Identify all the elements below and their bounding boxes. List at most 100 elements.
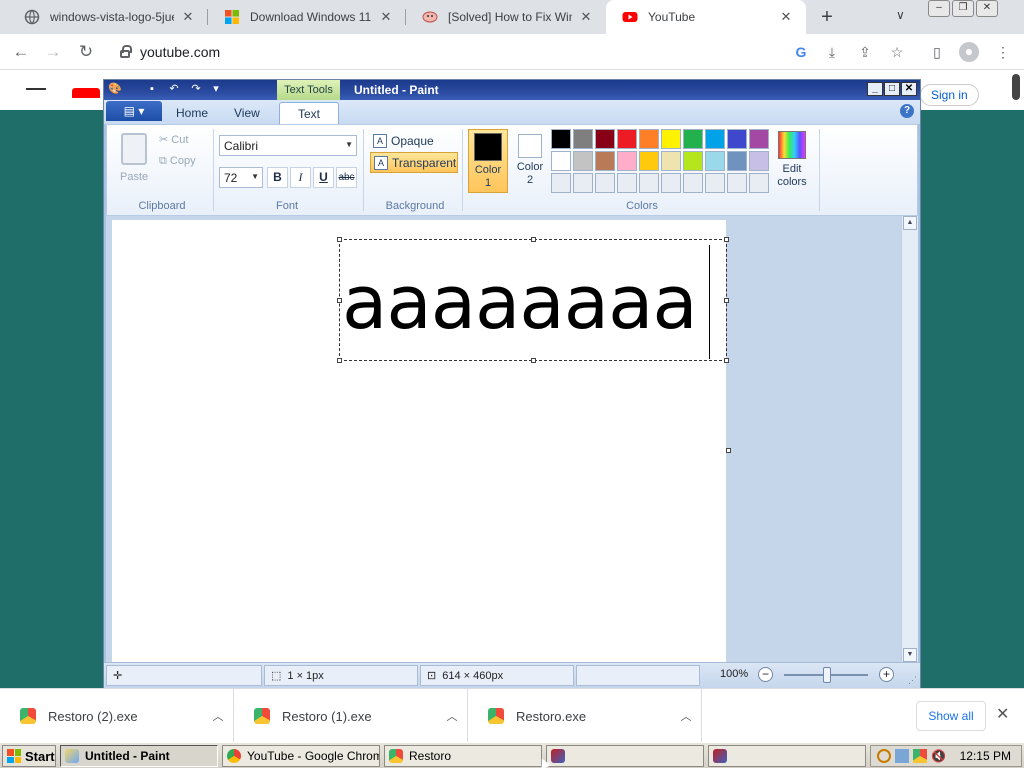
- canvas-vertical-scrollbar[interactable]: ▲ ▼: [901, 216, 918, 662]
- palette-color-swatch[interactable]: [705, 173, 725, 193]
- palette-color-swatch[interactable]: [683, 129, 703, 149]
- transparent-option[interactable]: A Transparent: [370, 152, 458, 173]
- font-family-select[interactable]: Calibri ▼: [219, 135, 357, 156]
- palette-color-swatch[interactable]: [639, 151, 659, 171]
- palette-color-swatch[interactable]: [661, 173, 681, 193]
- close-icon[interactable]: ✕: [378, 9, 394, 25]
- taskbar-button-app[interactable]: [546, 745, 704, 767]
- new-tab-button[interactable]: +: [816, 6, 838, 28]
- copy-button[interactable]: ⧉ Copy: [159, 155, 196, 168]
- save-icon[interactable]: ▪: [144, 82, 160, 97]
- close-icon[interactable]: ✕: [996, 704, 1009, 724]
- cut-button[interactable]: ✂ Cut: [159, 133, 188, 146]
- scroll-down-arrow-icon[interactable]: ▼: [903, 648, 917, 662]
- palette-color-swatch[interactable]: [661, 151, 681, 171]
- canvas-resize-handle[interactable]: [726, 448, 731, 453]
- tab-text[interactable]: Text: [279, 102, 339, 124]
- zoom-out-button[interactable]: −: [758, 667, 773, 682]
- address-bar[interactable]: youtube.com: [108, 38, 784, 66]
- redo-icon[interactable]: ↷: [188, 82, 204, 97]
- search-icon[interactable]: [877, 749, 891, 763]
- zoom-in-button[interactable]: +: [879, 667, 894, 682]
- scroll-up-arrow-icon[interactable]: ▲: [903, 216, 917, 230]
- close-window-button[interactable]: ✕: [976, 0, 998, 17]
- paint-menu-button[interactable]: ▤ ▾: [106, 101, 162, 121]
- volume-muted-icon[interactable]: 🔇: [931, 749, 946, 763]
- italic-button[interactable]: I: [290, 167, 311, 188]
- restore-button[interactable]: ❐: [952, 0, 974, 17]
- profile-avatar-icon[interactable]: ●: [959, 42, 979, 62]
- side-panel-icon[interactable]: ▯: [928, 43, 946, 61]
- sign-in-button[interactable]: Sign in: [920, 84, 979, 106]
- palette-color-swatch[interactable]: [573, 129, 593, 149]
- tab-vista-logo[interactable]: windows-vista-logo-5juefd8 ✕: [8, 0, 208, 34]
- edit-colors-button[interactable]: Edit colors: [770, 131, 814, 189]
- page-scrollbar[interactable]: [1012, 74, 1020, 100]
- chevron-up-icon[interactable]: ︿: [203, 708, 233, 724]
- tab-youtube[interactable]: YouTube ✕: [606, 0, 806, 34]
- reload-icon[interactable]: ↻: [75, 41, 97, 63]
- palette-color-swatch[interactable]: [749, 129, 769, 149]
- resize-handle[interactable]: [531, 237, 536, 242]
- palette-color-swatch[interactable]: [639, 129, 659, 149]
- download-item[interactable]: Restoro (2).exe ︿: [0, 689, 234, 743]
- bookmark-star-icon[interactable]: ☆: [888, 43, 906, 61]
- font-size-select[interactable]: 72 ▼: [219, 167, 263, 188]
- paste-icon[interactable]: [121, 133, 147, 165]
- palette-color-swatch[interactable]: [573, 151, 593, 171]
- palette-color-swatch[interactable]: [595, 173, 615, 193]
- resize-handle[interactable]: [337, 358, 342, 363]
- palette-color-swatch[interactable]: [639, 173, 659, 193]
- palette-color-swatch[interactable]: [749, 173, 769, 193]
- palette-color-swatch[interactable]: [661, 129, 681, 149]
- close-icon[interactable]: ✕: [578, 9, 594, 25]
- network-icon[interactable]: [895, 749, 909, 763]
- palette-color-swatch[interactable]: [551, 129, 571, 149]
- palette-color-swatch[interactable]: [617, 173, 637, 193]
- resize-handle[interactable]: [337, 237, 342, 242]
- palette-color-swatch[interactable]: [683, 173, 703, 193]
- palette-color-swatch[interactable]: [749, 151, 769, 171]
- help-icon[interactable]: ?: [900, 104, 914, 118]
- resize-handle[interactable]: [724, 237, 729, 242]
- tab-view[interactable]: View: [222, 102, 272, 124]
- google-icon[interactable]: G: [792, 43, 810, 61]
- palette-color-swatch[interactable]: [683, 151, 703, 171]
- palette-color-swatch[interactable]: [727, 151, 747, 171]
- minimize-button[interactable]: ‒: [928, 0, 950, 17]
- close-button[interactable]: ✕: [901, 82, 917, 96]
- forward-arrow-icon[interactable]: →: [42, 41, 64, 63]
- strikethrough-button[interactable]: abc: [336, 167, 357, 188]
- minimize-button[interactable]: _: [867, 82, 883, 96]
- menu-kebab-icon[interactable]: ⋮: [994, 43, 1012, 61]
- palette-color-swatch[interactable]: [573, 173, 593, 193]
- color1-button[interactable]: Color 1: [468, 129, 508, 193]
- opaque-option[interactable]: A Opaque: [370, 130, 458, 151]
- close-icon[interactable]: ✕: [778, 9, 794, 25]
- palette-color-swatch[interactable]: [727, 173, 747, 193]
- palette-color-swatch[interactable]: [617, 129, 637, 149]
- zoom-slider-thumb[interactable]: [823, 667, 831, 683]
- download-item[interactable]: Restoro.exe ︿: [468, 689, 702, 743]
- start-button[interactable]: Start: [2, 745, 56, 767]
- resize-handle[interactable]: [531, 358, 536, 363]
- tab-search-chevron-icon[interactable]: ∨: [896, 8, 905, 22]
- customize-qat-chevron-icon[interactable]: ▾: [208, 82, 224, 97]
- palette-color-swatch[interactable]: [551, 151, 571, 171]
- tab-download-windows[interactable]: Download Windows 11 ✕: [208, 0, 406, 34]
- palette-color-swatch[interactable]: [705, 129, 725, 149]
- resize-grip-icon[interactable]: ⋰: [908, 675, 917, 686]
- close-icon[interactable]: ✕: [180, 9, 196, 25]
- palette-color-swatch[interactable]: [727, 129, 747, 149]
- taskbar-button-app[interactable]: [708, 745, 866, 767]
- taskbar-button-paint[interactable]: Untitled - Paint: [60, 745, 218, 767]
- paint-app-icon[interactable]: 🎨: [107, 82, 123, 97]
- youtube-logo-icon[interactable]: [72, 88, 100, 98]
- back-arrow-icon[interactable]: ←: [10, 41, 32, 63]
- bold-button[interactable]: B: [267, 167, 288, 188]
- chevron-up-icon[interactable]: ︿: [671, 708, 701, 724]
- palette-color-swatch[interactable]: [595, 129, 615, 149]
- palette-color-swatch[interactable]: [705, 151, 725, 171]
- share-icon[interactable]: ⇪: [856, 43, 874, 61]
- taskbar-button-restoro[interactable]: Restoro: [384, 745, 542, 767]
